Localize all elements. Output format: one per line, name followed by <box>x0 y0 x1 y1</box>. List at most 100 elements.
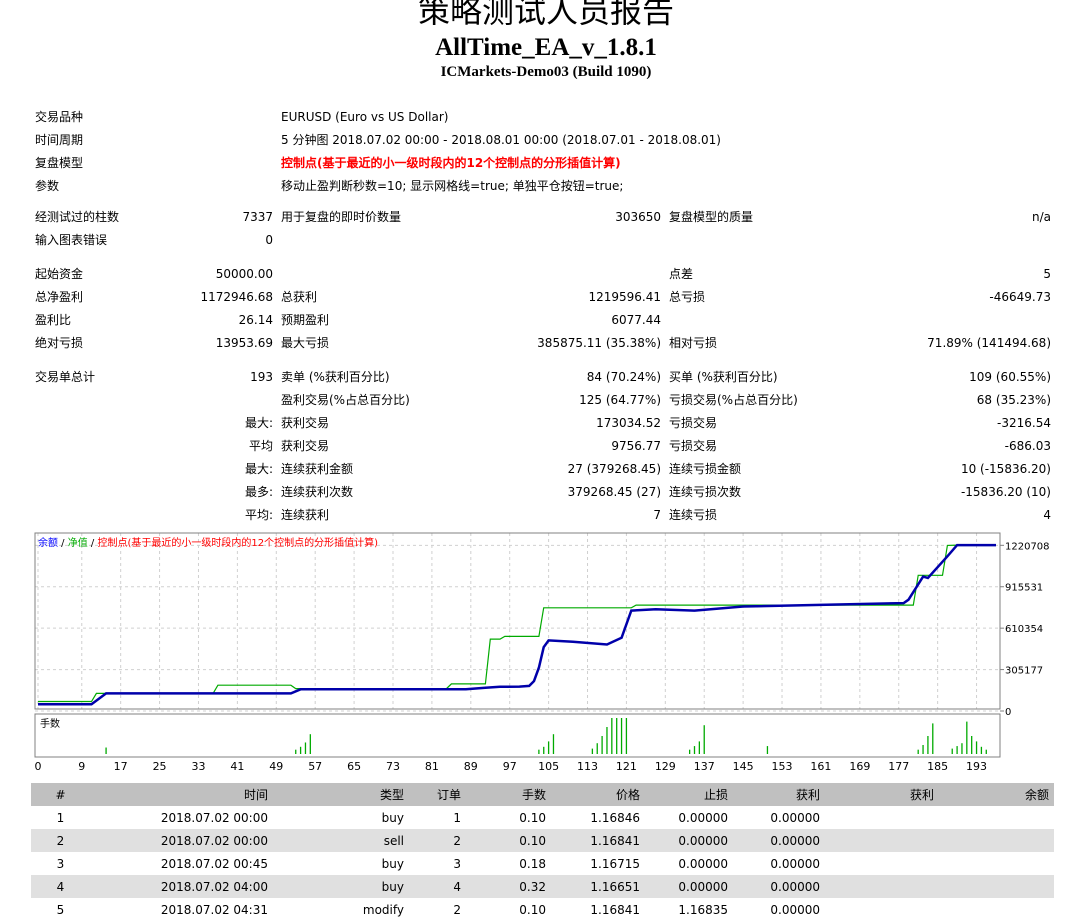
x-tick-label: 161 <box>810 760 831 773</box>
symbol-label: 交易品种 <box>35 110 84 124</box>
legend-item: 净值 <box>68 536 88 549</box>
table-cell: 0.00000 <box>770 856 820 871</box>
table-cell: 0.00000 <box>678 856 728 871</box>
spread-label: 点差 <box>669 267 694 281</box>
table-cell: 1.16715 <box>590 856 640 871</box>
average-consecutive-wins-label: 连续获利 <box>281 508 330 522</box>
table-cell: 2 <box>409 829 466 852</box>
x-tick-label: 25 <box>153 760 167 773</box>
table-cell <box>939 898 1054 921</box>
average-consecutive-prefix: 平均: <box>244 508 273 522</box>
x-tick-label: 81 <box>425 760 439 773</box>
params-value: 移动止盈判断秒数=10; 显示网格线=true; 单独平仓按钮=true; <box>281 179 624 193</box>
legend-item: 余额 <box>38 536 58 549</box>
table-cell: 0.10 <box>466 829 551 852</box>
total-trades-label: 交易单总计 <box>35 370 96 384</box>
average-consecutive-losses-value: 4 <box>1043 508 1051 522</box>
gross-loss-value: -46649.73 <box>989 290 1051 304</box>
y-tick-label: 610354 <box>1005 624 1043 635</box>
table-cell: 0.00000 <box>733 875 825 898</box>
column-header: 时间 <box>90 783 273 806</box>
equity-line <box>38 544 996 703</box>
max-consecutive-wins-label: 连续获利金额 <box>281 462 354 476</box>
table-cell: 2018.07.02 00:45 <box>160 856 268 871</box>
x-tick-label: 17 <box>114 760 128 773</box>
report-title: 策略测试人员报告 <box>417 0 674 29</box>
x-tick-label: 177 <box>888 760 909 773</box>
column-header: 获利 <box>733 783 825 806</box>
table-cell: 5 <box>56 902 65 917</box>
column-header: 价格 <box>551 783 645 806</box>
lots-label: 手数 <box>40 717 60 730</box>
x-tick-label: 41 <box>230 760 244 773</box>
quality-value: n/a <box>1031 210 1051 224</box>
table-cell: buy <box>381 856 404 871</box>
table-cell: 1.16841 <box>590 902 640 917</box>
y-tick-label: 1220708 <box>1005 541 1050 552</box>
average-prefix: 平均 <box>248 439 273 453</box>
max-consecutive-losses-label: 连续亏损金额 <box>669 462 742 476</box>
table-cell <box>939 806 1054 829</box>
table-cell <box>939 852 1054 875</box>
gross-profit-value: 1219596.41 <box>588 290 661 304</box>
max-consecutive-losses-value: 10 (-15836.20) <box>960 462 1051 476</box>
x-tick-label: 121 <box>616 760 637 773</box>
table-cell: 1 <box>56 810 65 825</box>
table-cell: 1.16846 <box>590 810 640 825</box>
server-build: ICMarkets-Demo03 (Build 1090) <box>440 64 652 80</box>
column-header: 余额 <box>939 783 1054 806</box>
largest-loss-value: -3216.54 <box>997 416 1051 430</box>
max-dd-value: 385875.11 (35.38%) <box>537 336 661 350</box>
table-cell: 4 <box>31 875 90 898</box>
balance-line <box>38 543 996 706</box>
table-cell <box>825 829 939 852</box>
short-positions-value: 84 (70.24%) <box>586 370 661 384</box>
table-row: 4 2018.07.02 04:00 buy 4 0.32 1.16651 0.00000 0… <box>31 875 1054 898</box>
max-consecutive-prefix: 最大: <box>244 462 273 476</box>
symbol-value: EURUSD (Euro vs US Dollar) <box>281 110 449 124</box>
x-tick-label: 193 <box>966 760 987 773</box>
table-cell: 0.10 <box>519 902 546 917</box>
table-cell: 3 <box>56 856 65 871</box>
largest-profit-value: 173034.52 <box>596 416 661 430</box>
x-tick-label: 73 <box>386 760 400 773</box>
deposit-value: 50000.00 <box>215 267 273 281</box>
table-cell: 0.00000 <box>770 810 820 825</box>
chart-grid <box>35 533 1000 712</box>
column-header: 止损 <box>645 783 733 806</box>
max-dd-label: 最大亏损 <box>281 336 330 350</box>
x-tick-label: 153 <box>772 760 793 773</box>
column-header: 类型 <box>273 783 409 806</box>
spread-value: 5 <box>1043 267 1051 281</box>
x-tick-label: 0 <box>35 760 42 773</box>
table-cell: 1.16835 <box>678 902 728 917</box>
average-loss-value: -686.03 <box>1004 439 1051 453</box>
table-cell: 2018.07.02 04:00 <box>90 875 273 898</box>
table-cell: 2 <box>453 902 461 917</box>
loss-trades-label: 亏损交易(%占总百分比) <box>669 393 798 407</box>
model-label: 复盘模型 <box>35 156 84 170</box>
x-tick-label: 97 <box>503 760 517 773</box>
table-cell: 1.16651 <box>551 875 645 898</box>
maximal-wins-value: 379268.45 (27) <box>567 485 661 499</box>
table-cell: buy <box>381 810 404 825</box>
table-cell: 4 <box>409 875 466 898</box>
short-positions-label: 卖单 (%获利百分比) <box>281 370 390 384</box>
bars-value: 7337 <box>242 210 273 224</box>
table-cell <box>939 875 1054 898</box>
maximal-losses-label: 连续亏损次数 <box>669 485 742 499</box>
profit-trades-label: 盈利交易(%占总百分比) <box>281 393 410 407</box>
table-cell: 2018.07.02 00:00 <box>90 829 273 852</box>
y-tick-label: 0 <box>1005 707 1011 718</box>
table-cell: 0.00000 <box>678 810 728 825</box>
table-cell: 0.00000 <box>645 875 733 898</box>
table-cell <box>825 852 939 875</box>
column-header: 订单 <box>409 783 466 806</box>
gross-profit-label: 总获利 <box>281 290 318 304</box>
errors-value: 0 <box>265 233 273 247</box>
largest-loss-label: 亏损交易 <box>669 416 718 430</box>
largest-profit-label: 获利交易 <box>281 416 330 430</box>
table-cell: sell <box>273 829 409 852</box>
y-axis-ticks: 1220708 915531 610354 305177 0 <box>1000 541 1050 718</box>
table-row: 2 2018.07.02 00:00 sell 2 0.10 1.16841 0.00000… <box>31 829 1054 852</box>
